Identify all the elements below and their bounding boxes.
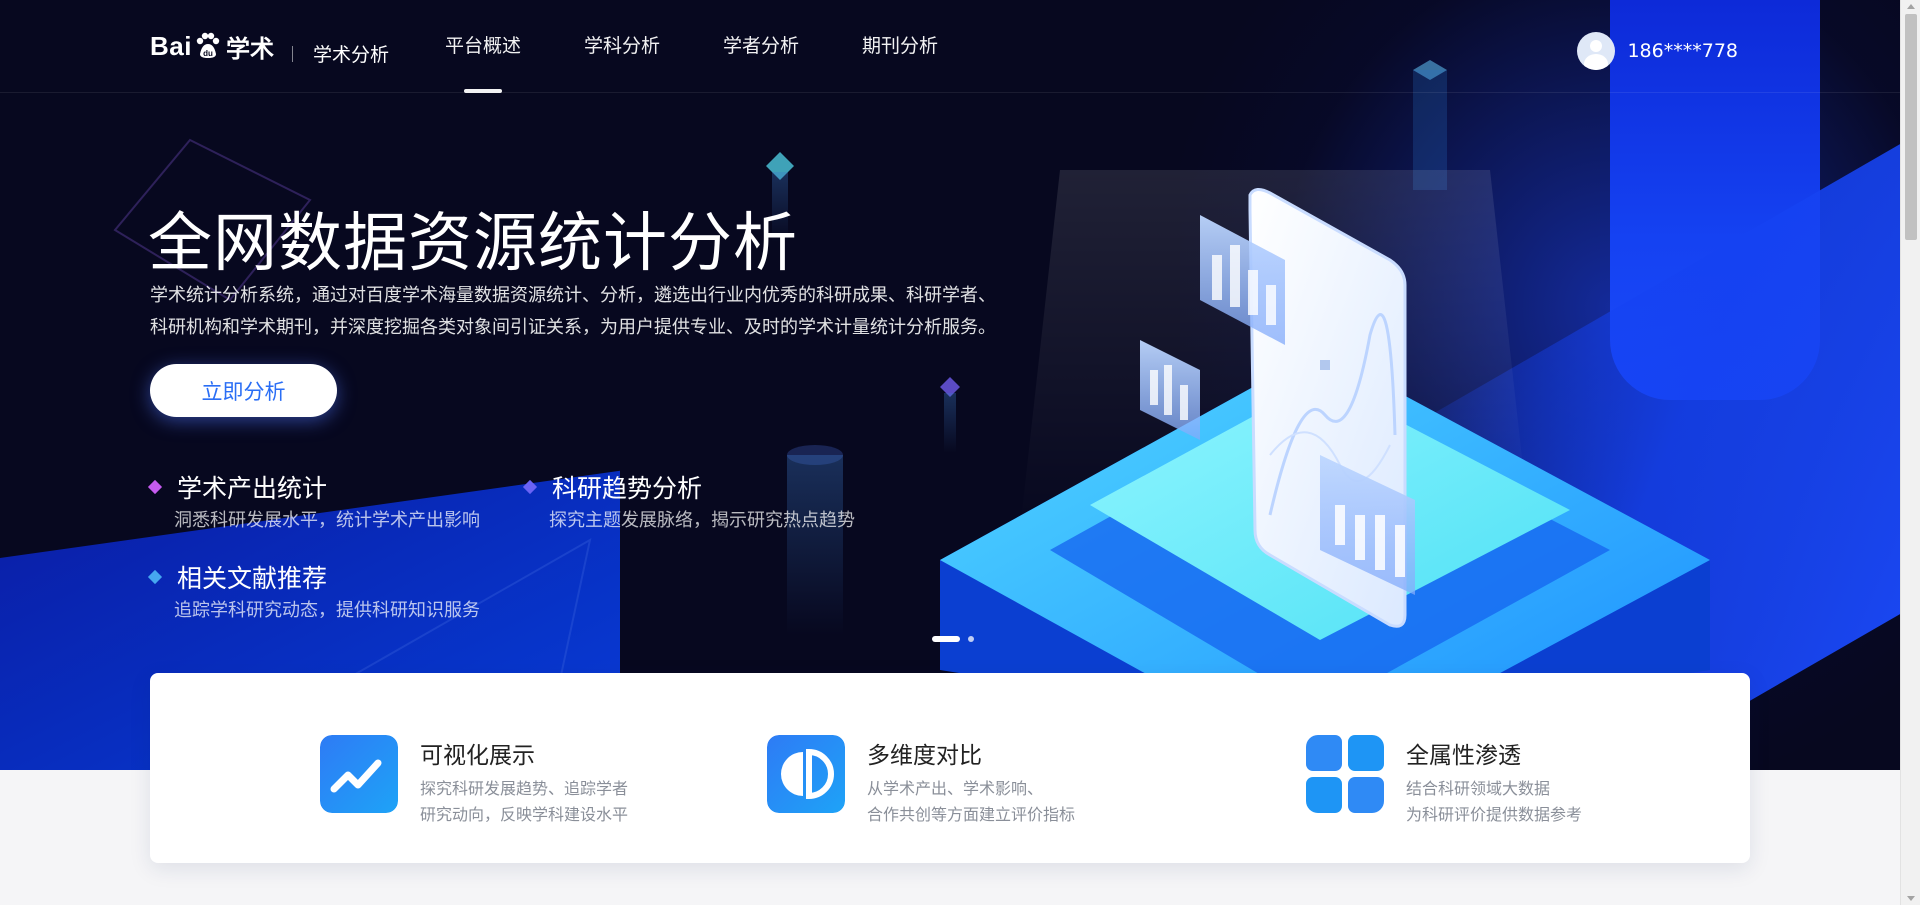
avatar[interactable] [1577, 32, 1616, 70]
feature-title: 科研趋势分析 [552, 474, 703, 503]
product-name[interactable]: 学术分析 [313, 40, 389, 67]
carousel-indicator [932, 636, 982, 642]
feature-title: 学术产出统计 [177, 474, 328, 503]
diamond-bullet-icon [147, 479, 163, 495]
hero-desc-line-2: 科研机构和学术期刊，并深度挖掘各类对象间引证关系，为用户提供专业、及时的学术计量… [150, 317, 996, 338]
main-nav: 平台概述 学科分析 学者分析 期刊分析 [445, 0, 1001, 93]
hero-title: 全网数据资源统计分析 [148, 207, 798, 281]
nav-item-discipline[interactable]: 学科分析 [584, 0, 660, 93]
feature-title: 相关文献推荐 [177, 564, 328, 593]
carousel-dot-2[interactable] [968, 636, 974, 642]
half-circle-compare-icon [767, 735, 845, 813]
highlight-desc-1: 从学术产出、学术影响、 [867, 779, 1044, 798]
logo-text: Bai [150, 30, 192, 61]
highlights-card: 可视化展示 探究科研发展趋势、追踪学者 研究动向，反映学科建设水平 多维度对比 … [150, 673, 1750, 863]
page-scrollbar[interactable] [1900, 0, 1920, 905]
highlight-title: 多维度对比 [867, 743, 982, 769]
highlight-title: 可视化展示 [420, 743, 535, 769]
highlight-desc-1: 结合科研领域大数据 [1406, 779, 1551, 798]
highlight-desc-2: 研究动向，反映学科建设水平 [420, 805, 629, 824]
logo-divider [292, 46, 293, 62]
svg-text:du: du [203, 49, 213, 58]
highlight-title: 全属性渗透 [1406, 743, 1521, 769]
logo-cn-text: 学术 [225, 34, 274, 63]
hero-description: 学术统计分析系统，通过对百度学术海量数据资源统计、分析，遴选出行业内优秀的科研成… [150, 280, 1050, 344]
feature-desc: 洞悉科研发展水平，统计学术产出影响 [174, 510, 480, 531]
carousel-dot-1[interactable] [932, 636, 960, 642]
nav-item-scholar[interactable]: 学者分析 [723, 0, 799, 93]
top-navbar: Bai du 学术 学术分析 平台概述 学科分析 学者分析 期刊分析 186**… [0, 0, 1900, 93]
baidu-paw-icon: du [196, 32, 220, 58]
feature-desc: 追踪学科研究动态，提供科研知识服务 [174, 600, 480, 621]
phone-platform-illustration [940, 170, 1710, 730]
highlight-desc-2: 合作共创等方面建立评价指标 [867, 805, 1076, 824]
baidu-scholar-logo[interactable]: Bai du 学术 [150, 26, 274, 66]
hero-desc-line-1: 学术统计分析系统，通过对百度学术海量数据资源统计、分析，遴选出行业内优秀的科研成… [150, 285, 996, 306]
nav-item-journal[interactable]: 期刊分析 [862, 0, 938, 93]
highlight-desc-1: 探究科研发展趋势、追踪学者 [420, 779, 629, 798]
scroll-up-arrow-icon[interactable] [1907, 4, 1915, 9]
grid-tiles-icon [1306, 735, 1384, 813]
feature-desc: 探究主题发展脉络，揭示研究热点趋势 [549, 510, 855, 531]
user-menu[interactable]: 186****778 [1577, 32, 1738, 70]
trend-chart-icon [320, 735, 398, 813]
hero-banner: Bai du 学术 学术分析 平台概述 学科分析 学者分析 期刊分析 186**… [0, 0, 1900, 770]
highlight-desc-2: 为科研评价提供数据参考 [1406, 805, 1583, 824]
analyze-now-button[interactable]: 立即分析 [150, 364, 337, 417]
scroll-down-arrow-icon[interactable] [1907, 896, 1915, 901]
nav-item-overview[interactable]: 平台概述 [445, 0, 521, 93]
scrollbar-thumb[interactable] [1905, 14, 1917, 240]
decor-cylinder [787, 445, 843, 635]
user-name[interactable]: 186****778 [1627, 40, 1738, 62]
